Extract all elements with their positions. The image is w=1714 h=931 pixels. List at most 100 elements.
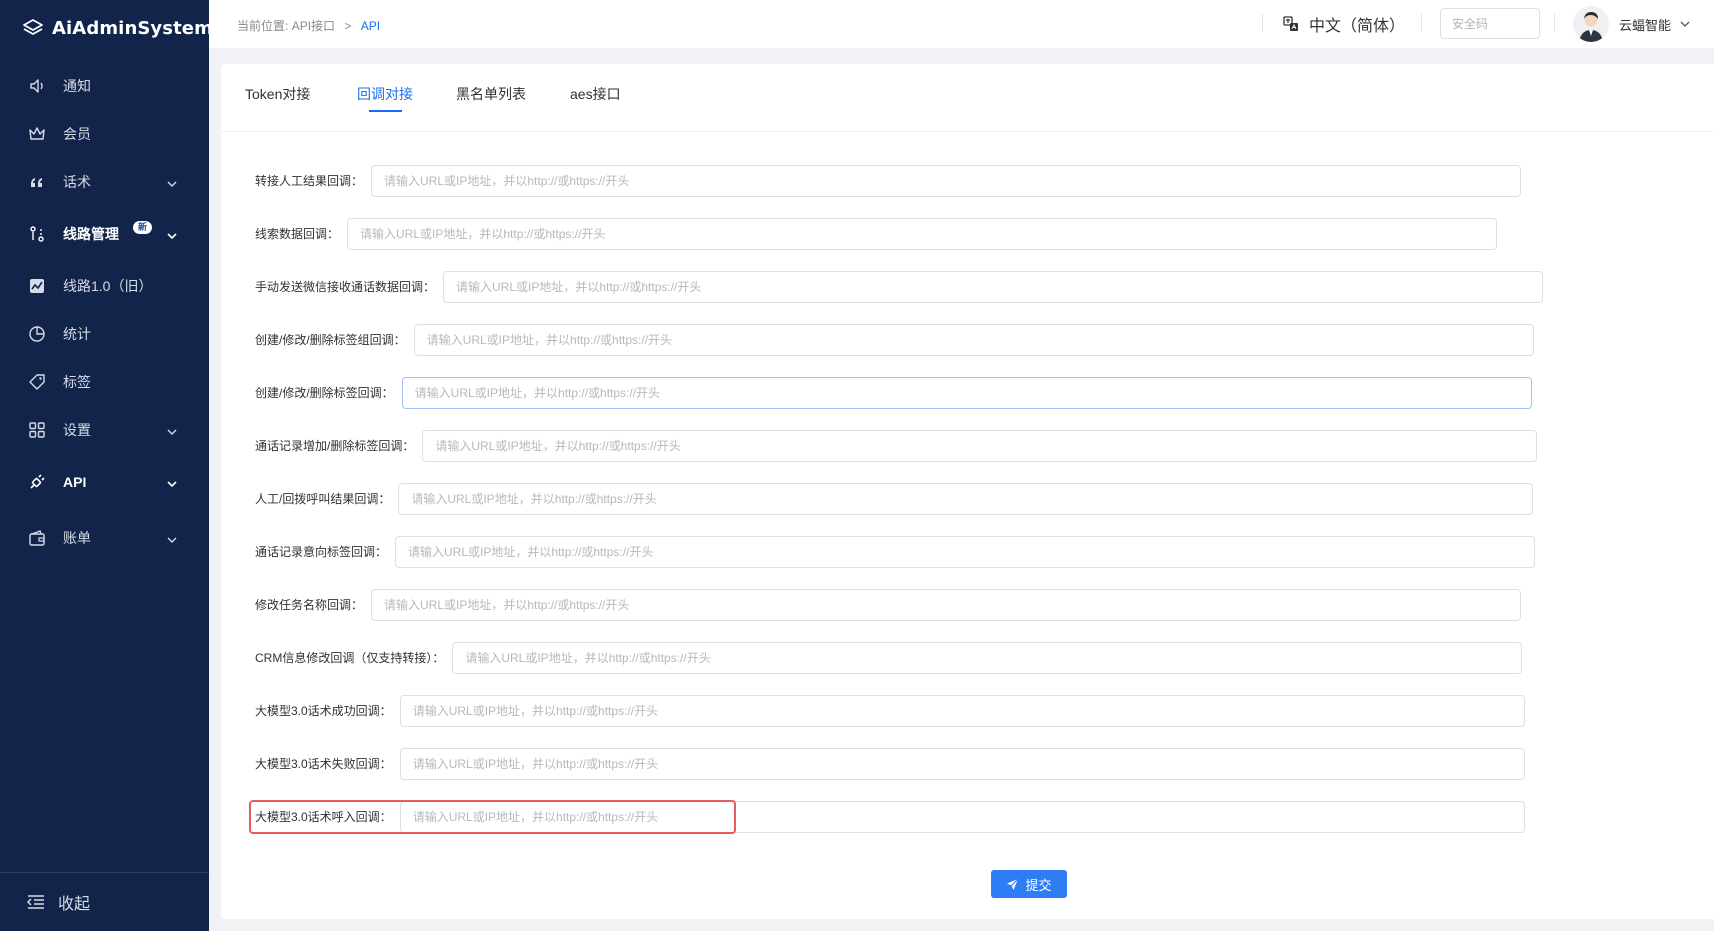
field-label: 大模型3.0话术失败回调： — [255, 757, 392, 771]
sidebar-item-label: 线路管理 — [63, 226, 119, 242]
form-row: 创建/修改/删除标签回调： — [232, 376, 1532, 409]
header-divider — [1554, 14, 1555, 32]
username: 云蝠智能 — [1619, 17, 1672, 33]
intent-tag-callback-input[interactable] — [395, 535, 1536, 568]
layers-logo-icon — [22, 18, 44, 38]
sidebar-item-settings[interactable]: 设置 — [0, 406, 209, 454]
sidebar-nav: 通知 会员 话术 线路管理 新 线路1.0（旧） 统计 标签 设置 API 账单 — [0, 62, 209, 566]
form-row: 转接人工结果回调： — [232, 164, 1522, 197]
form-row: CRM信息修改回调（仅支持转接）： — [232, 641, 1523, 674]
collapse-button[interactable]: 收起 — [0, 872, 209, 931]
tag-icon — [27, 372, 47, 392]
sidebar-item-label: 统计 — [63, 326, 91, 342]
sidebar-item-tags[interactable]: 标签 — [0, 358, 209, 406]
pie-icon — [27, 324, 47, 344]
menu-fold-icon — [26, 894, 46, 910]
manual-callback-result-input[interactable] — [398, 482, 1534, 515]
tag-callback-input[interactable] — [401, 376, 1532, 409]
breadcrumb-separator: > — [344, 19, 352, 33]
submit-button[interactable]: 提交 — [991, 870, 1067, 898]
breadcrumb: 当前位置: API接口 > API — [237, 17, 380, 34]
field-label: 创建/修改/删除标签回调： — [255, 386, 394, 400]
field-label: 通话记录意向标签回调： — [255, 545, 388, 559]
language-switcher[interactable]: 中文（简体） — [1283, 12, 1405, 36]
form-row: 大模型3.0话术成功回调： — [232, 694, 1525, 727]
lead-data-callback-input[interactable] — [347, 217, 1498, 250]
sidebar-item-label: 会员 — [63, 126, 91, 142]
sidebar-item-label: 账单 — [63, 530, 91, 546]
tab-blacklist[interactable]: 黑名单列表 — [456, 84, 526, 104]
form-row: 通话记录意向标签回调： — [232, 535, 1536, 568]
tab-token[interactable]: Token对接 — [245, 84, 310, 104]
wechat-call-data-callback-input[interactable] — [443, 270, 1544, 303]
main-card: Token对接 回调对接 黑名单列表 aes接口 转接人工结果回调： 线索数据回… — [221, 64, 1714, 919]
field-label: 手动发送微信接收通话数据回调： — [255, 280, 436, 294]
chevron-down-icon — [167, 174, 177, 190]
tab-bar: Token对接 回调对接 黑名单列表 aes接口 — [221, 64, 1714, 132]
tab-aes[interactable]: aes接口 — [570, 84, 621, 104]
active-tab-indicator — [369, 110, 402, 112]
security-code-input[interactable]: 安全码 — [1440, 8, 1540, 39]
breadcrumb-parent[interactable]: API接口 — [292, 19, 335, 33]
form-row: 通话记录增加/删除标签回调： — [232, 429, 1538, 462]
user-menu[interactable]: 云蝠智能 — [1573, 6, 1690, 42]
field-label: 转接人工结果回调： — [255, 174, 364, 188]
send-icon — [1006, 878, 1019, 891]
form-row: 手动发送微信接收通话数据回调： — [232, 270, 1544, 303]
sidebar-item-route-v1[interactable]: 线路1.0（旧） — [0, 262, 209, 310]
form-row: 大模型3.0话术呼入回调： — [232, 800, 1525, 833]
collapse-label: 收起 — [58, 896, 91, 913]
avatar — [1573, 6, 1609, 42]
field-label: CRM信息修改回调（仅支持转接）： — [255, 651, 445, 665]
form-row: 创建/修改/删除标签组回调： — [232, 323, 1534, 356]
tag-group-callback-input[interactable] — [413, 323, 1534, 356]
llm-script-success-callback-input[interactable] — [399, 694, 1525, 727]
chart-box-icon — [27, 276, 47, 296]
task-rename-callback-input[interactable] — [371, 588, 1522, 621]
sidebar-item-label: API — [63, 474, 87, 490]
sidebar-item-notice[interactable]: 通知 — [0, 62, 209, 110]
breadcrumb-current: API — [360, 19, 381, 33]
field-label: 人工/回拨呼叫结果回调： — [255, 492, 391, 506]
chevron-down-icon — [1680, 21, 1690, 27]
sidebar-item-bill[interactable]: 账单 — [0, 510, 209, 566]
sidebar-item-label: 通知 — [63, 78, 91, 94]
sidebar: AiAdminSystem 通知 会员 话术 线路管理 新 线路1.0（旧） 统 — [0, 0, 213, 931]
logo[interactable]: AiAdminSystem — [22, 14, 213, 42]
form-row: 人工/回拨呼叫结果回调： — [232, 482, 1534, 515]
tab-callback[interactable]: 回调对接 — [357, 84, 413, 104]
header-divider — [1262, 14, 1263, 32]
sidebar-item-script[interactable]: 话术 — [0, 158, 209, 206]
plug-icon — [27, 472, 47, 492]
submit-label: 提交 — [1025, 877, 1052, 893]
transfer-result-callback-input[interactable] — [371, 164, 1522, 197]
new-badge: 新 — [133, 220, 153, 234]
sidebar-item-label: 标签 — [63, 374, 91, 390]
language-label: 中文（简体） — [1309, 18, 1406, 35]
crm-update-callback-input[interactable] — [452, 641, 1523, 674]
field-label: 线索数据回调： — [255, 227, 340, 241]
sidebar-item-label: 线路1.0（旧） — [63, 278, 153, 294]
form-row: 线索数据回调： — [232, 217, 1498, 250]
form-row: 修改任务名称回调： — [232, 588, 1522, 621]
call-record-tag-callback-input[interactable] — [422, 429, 1538, 462]
field-label: 通话记录增加/删除标签回调： — [255, 439, 415, 453]
sidebar-item-label: 设置 — [63, 422, 91, 438]
breadcrumb-prefix: 当前位置: — [237, 19, 289, 33]
sidebar-item-route-management[interactable]: 线路管理 新 — [0, 206, 209, 262]
llm-script-inbound-callback-input[interactable] — [399, 800, 1525, 833]
field-label: 大模型3.0话术呼入回调： — [255, 810, 392, 824]
sidebar-item-member[interactable]: 会员 — [0, 110, 209, 158]
field-label: 修改任务名称回调： — [255, 598, 364, 612]
grid-icon — [27, 420, 47, 440]
header-divider — [1421, 14, 1422, 32]
llm-script-fail-callback-input[interactable] — [399, 747, 1525, 780]
top-header: 当前位置: API接口 > API 中文（简体） 安全码 云蝠智能 — [209, 0, 1714, 48]
sidebar-item-statistics[interactable]: 统计 — [0, 310, 209, 358]
crown-icon — [27, 124, 47, 144]
sidebar-item-api[interactable]: API — [0, 454, 209, 510]
chevron-down-icon — [167, 226, 177, 242]
wallet-icon — [27, 528, 47, 548]
form-row: 大模型3.0话术失败回调： — [232, 747, 1525, 780]
chevron-down-icon — [167, 422, 177, 438]
